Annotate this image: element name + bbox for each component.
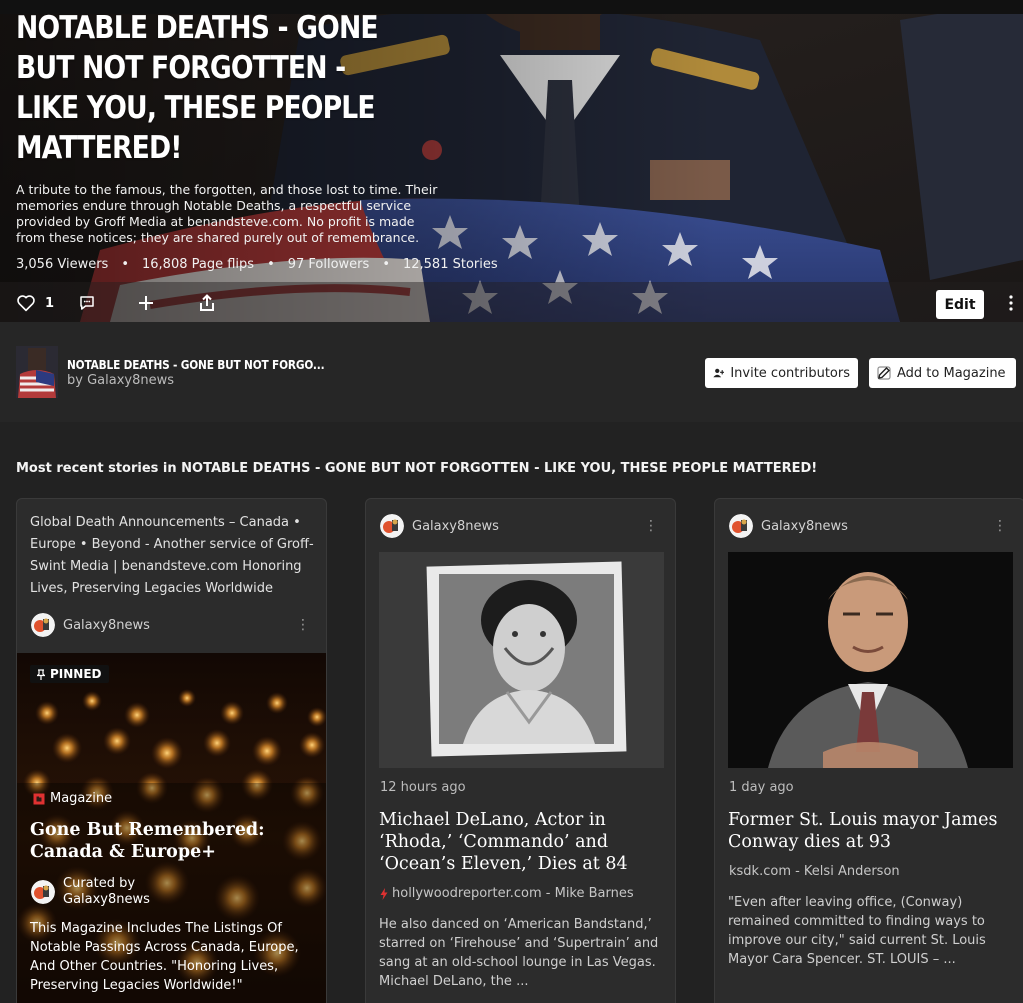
invite-contributors-label: Invite contributors bbox=[730, 365, 850, 381]
story-headline[interactable]: Former St. Louis mayor James Conway dies… bbox=[728, 809, 1016, 853]
add-to-magazine-label: Add to Magazine bbox=[897, 365, 1006, 381]
invite-contributors-button[interactable]: Invite contributors bbox=[705, 358, 858, 388]
stat-separator: • bbox=[267, 257, 275, 272]
curator-name: Galaxy8news bbox=[63, 892, 150, 907]
magazine-hero: NOTABLE DEATHS - GONE BUT NOT FORGOTTEN … bbox=[0, 0, 1023, 322]
more-vertical-icon[interactable] bbox=[1004, 294, 1018, 312]
story-source[interactable]: ksdk.com - Kelsi Anderson bbox=[729, 864, 900, 879]
pinned-badge: PINNED bbox=[30, 665, 109, 683]
pinned-magazine-card[interactable]: Global Death Announcements – Canada • Eu… bbox=[16, 498, 327, 1003]
add-to-magazine-button[interactable]: Add to Magazine bbox=[869, 358, 1016, 388]
stat-page-flips: 16,808 Page flips bbox=[142, 257, 255, 272]
story-source-text: hollywoodreporter.com - Mike Barnes bbox=[392, 886, 634, 901]
comment-button[interactable] bbox=[78, 294, 96, 312]
card-author[interactable]: Galaxy8news bbox=[380, 514, 499, 538]
galaxy8news-logo-icon bbox=[380, 514, 404, 538]
magazine-thumbnail[interactable] bbox=[16, 346, 58, 398]
magazine-byline[interactable]: by Galaxy8news bbox=[67, 373, 174, 388]
pin-icon bbox=[37, 668, 45, 680]
story-card[interactable]: Galaxy8news ⋮ 12 hours ago Michael DeLan… bbox=[365, 498, 676, 1003]
section-title: Most recent stories in NOTABLE DEATHS - … bbox=[16, 461, 818, 476]
share-button[interactable] bbox=[199, 294, 215, 312]
galaxy8news-logo-icon bbox=[729, 514, 753, 538]
stat-separator: • bbox=[382, 257, 390, 272]
plus-icon bbox=[139, 296, 154, 310]
story-headline[interactable]: Michael DeLano, Actor in ‘Rhoda,’ ‘Comma… bbox=[379, 809, 667, 875]
curated-by-label: Curated by bbox=[63, 876, 136, 891]
stat-stories: 12,581 Stories bbox=[402, 257, 498, 272]
card-author-name: Galaxy8news bbox=[761, 518, 848, 534]
stat-followers: 97 Followers bbox=[287, 257, 370, 272]
story-excerpt: He also danced on ‘American Bandstand,’ … bbox=[379, 917, 659, 989]
stat-separator: • bbox=[121, 257, 129, 272]
edit-pencil-icon bbox=[877, 366, 891, 380]
hero-actions: 1 bbox=[16, 294, 215, 312]
stat-viewers: 3,056 Viewers bbox=[16, 257, 109, 272]
heart-icon bbox=[17, 295, 35, 312]
content-type-text: Magazine bbox=[50, 791, 113, 806]
more-vertical-icon[interactable]: ⋮ bbox=[644, 518, 658, 534]
card-author[interactable]: Galaxy8news bbox=[31, 613, 150, 637]
more-vertical-icon[interactable]: ⋮ bbox=[296, 617, 310, 633]
add-person-icon bbox=[713, 368, 725, 378]
card-author[interactable]: Galaxy8news bbox=[729, 514, 848, 538]
share-icon bbox=[200, 294, 215, 311]
galaxy8news-logo-icon bbox=[31, 880, 55, 904]
magazine-icon bbox=[33, 793, 45, 804]
pinned-label: PINNED bbox=[50, 667, 102, 681]
like-button[interactable]: 1 bbox=[16, 294, 54, 312]
edit-button[interactable]: Edit bbox=[936, 290, 984, 319]
galaxy8news-logo-icon bbox=[31, 613, 55, 637]
card-author-name: Galaxy8news bbox=[63, 617, 150, 633]
card-headline[interactable]: Gone But Remembered: Canada & Europe+ bbox=[30, 819, 315, 863]
story-time: 12 hours ago bbox=[380, 780, 466, 795]
story-card[interactable]: Galaxy8news ⋮ 1 day ago Former St. Louis… bbox=[714, 498, 1023, 1003]
story-source[interactable]: hollywoodreporter.com - Mike Barnes bbox=[380, 886, 634, 901]
card-excerpt: This Magazine Includes The Listings Of N… bbox=[30, 921, 299, 993]
like-count: 1 bbox=[45, 295, 55, 311]
more-vertical-icon[interactable]: ⋮ bbox=[993, 518, 1007, 534]
magazine-stats: 3,056 Viewers • 16,808 Page flips • 97 F… bbox=[16, 257, 498, 272]
add-to-button[interactable] bbox=[138, 295, 154, 311]
comment-icon bbox=[80, 296, 94, 310]
flash-icon bbox=[380, 887, 388, 900]
card-author-name: Galaxy8news bbox=[412, 518, 499, 534]
curator[interactable]: Curated by Galaxy8news bbox=[31, 876, 150, 908]
magazine-description: A tribute to the famous, the forgotten, … bbox=[16, 182, 438, 245]
magazine-title: NOTABLE DEATHS - GONE BUT NOT FORGOTTEN … bbox=[16, 10, 379, 166]
content-type-label: Magazine bbox=[33, 791, 112, 806]
magazine-name[interactable]: NOTABLE DEATHS - GONE BUT NOT FORGO... bbox=[67, 358, 325, 372]
story-time: 1 day ago bbox=[729, 780, 794, 795]
story-photo[interactable] bbox=[728, 552, 1013, 768]
card-intro-text: Global Death Announcements – Canada • Eu… bbox=[30, 515, 314, 596]
story-photo[interactable] bbox=[379, 552, 664, 768]
story-excerpt: "Even after leaving office, (Conway) rem… bbox=[728, 895, 986, 967]
